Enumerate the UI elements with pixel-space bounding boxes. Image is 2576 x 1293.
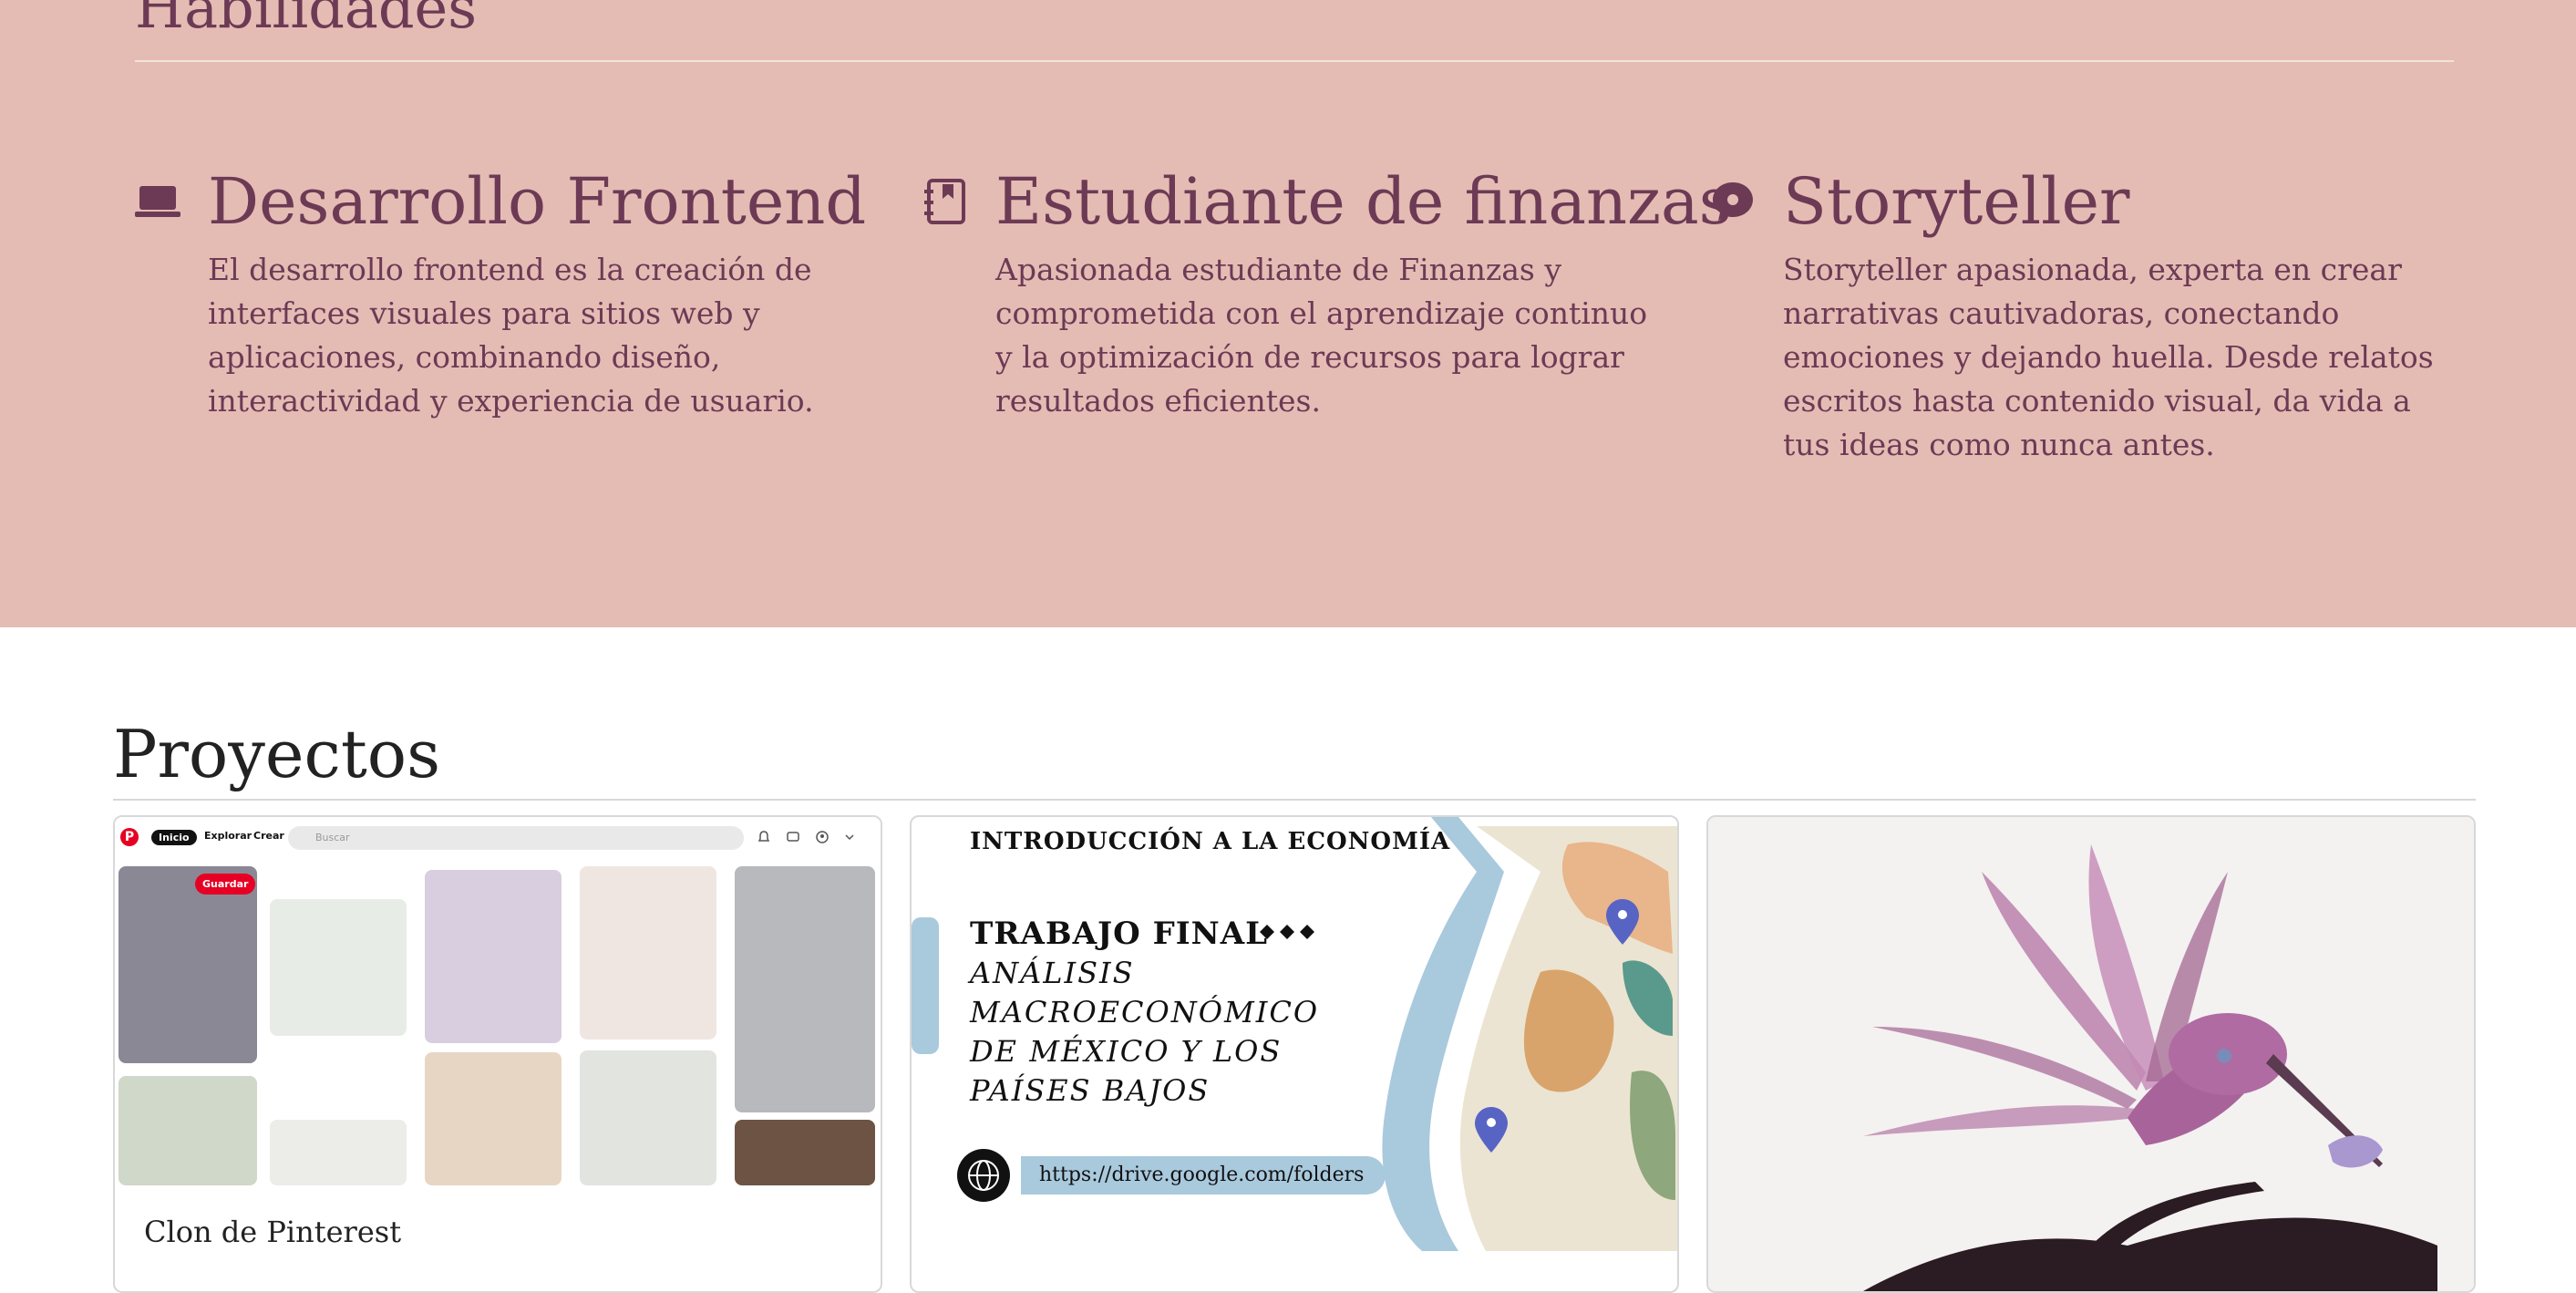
pinterest-topbar: P Inicio Explorar Crear Buscar: [115, 817, 881, 853]
skills-title: Habilidades: [135, 0, 478, 41]
globe-icon: [957, 1149, 1010, 1202]
nav-explore: Explorar: [204, 830, 252, 842]
profile-icon: [816, 831, 829, 843]
pinterest-logo-icon: P: [120, 828, 139, 846]
divider: [113, 799, 2476, 801]
skill-description: Apasionada estudiante de Finanzas y comp…: [995, 252, 1648, 419]
project-card-artwork[interactable]: [1706, 815, 2476, 1293]
project-heading: INTRODUCCIÓN A LA ECONOMÍA: [970, 828, 1451, 855]
projects-title: Proyectos: [113, 716, 441, 792]
project-card-economics[interactable]: INTRODUCCIÓN A LA ECONOMÍA TRABAJO FINAL…: [910, 815, 1679, 1293]
pin-photo: [735, 1120, 875, 1185]
skill-title: Storyteller: [1783, 164, 2130, 239]
skill-title: Estudiante de finanzas: [995, 164, 1732, 239]
pin-book: [425, 870, 562, 1043]
pin-flowers: [118, 1076, 257, 1185]
project-thumbnail: P Inicio Explorar Crear Buscar Guardar: [115, 817, 881, 1185]
pin-fashion: [580, 866, 716, 1040]
address-book-icon: [924, 179, 965, 224]
project-subtitle: ANÁLISIS MACROECONÓMICO DE MÉXICO Y LOS …: [970, 956, 1320, 1108]
message-icon: [787, 832, 799, 842]
project-subheading: TRABAJO FINAL: [970, 915, 1269, 952]
pin-music: [425, 1052, 562, 1185]
hummingbird-painting: [1708, 817, 2474, 1291]
project-thumbnail: INTRODUCCIÓN A LA ECONOMÍA TRABAJO FINAL…: [912, 817, 1677, 1251]
pin-snoopy: [735, 866, 875, 1112]
drive-link[interactable]: https://drive.google.com/folders: [1021, 1156, 1386, 1195]
pin-placeholder: [270, 1120, 407, 1185]
pin-drop: [580, 1050, 716, 1185]
skill-description: El desarrollo frontend es la creación de…: [208, 252, 814, 419]
pin-lightbulb: [118, 866, 257, 1063]
chat-bubble-icon: [1713, 182, 1753, 221]
project-card-pinterest[interactable]: P Inicio Explorar Crear Buscar Guardar C…: [113, 815, 882, 1293]
bell-icon: [757, 831, 770, 842]
skill-title: Desarrollo Frontend: [208, 164, 867, 239]
project-title: Clon de Pinterest: [144, 1215, 402, 1249]
search-input: Buscar: [288, 826, 744, 850]
project-thumbnail: [1708, 817, 2474, 1291]
pin-piano: [270, 899, 407, 1036]
laptop-icon: [135, 186, 180, 217]
save-button: Guardar: [195, 874, 256, 895]
nav-home: Inicio: [151, 830, 197, 845]
skills-section: Habilidades Desarrollo Frontend El desar…: [0, 0, 2576, 627]
skill-description: Storyteller apasionada, experta en crear…: [1783, 252, 2434, 462]
nav-create: Crear: [253, 830, 284, 842]
divider: [135, 60, 2454, 62]
chevron-down-icon: [845, 834, 854, 841]
